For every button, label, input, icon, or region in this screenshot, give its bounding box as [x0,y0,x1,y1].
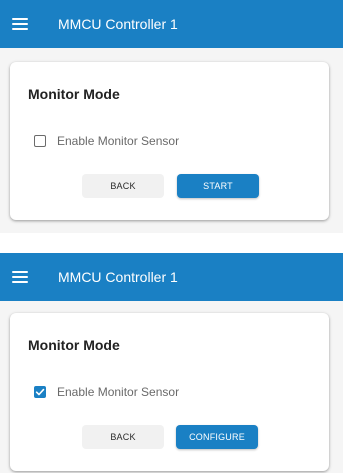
card-title: Monitor Mode [28,337,120,353]
back-button[interactable]: BACK [82,425,164,449]
checkmark-icon [35,388,45,396]
back-button[interactable]: BACK [82,174,164,198]
app-title: MMCU Controller 1 [58,16,178,32]
checkbox-label: Enable Monitor Sensor [57,385,180,399]
monitor-mode-card: Monitor Mode Enable Monitor Sensor BACK … [10,62,329,220]
checkbox-label: Enable Monitor Sensor [57,134,180,148]
screen-checked: MMCU Controller 1 Monitor Mode Enable Mo… [0,253,343,473]
screen-unchecked: MMCU Controller 1 Monitor Mode Enable Mo… [0,0,343,233]
configure-button[interactable]: CONFIGURE [176,425,258,449]
app-bar: MMCU Controller 1 [0,253,343,301]
app-title: MMCU Controller 1 [58,269,178,285]
card-title: Monitor Mode [28,86,120,102]
hamburger-menu-icon[interactable] [12,18,28,30]
app-bar: MMCU Controller 1 [0,0,343,48]
enable-monitor-sensor-option[interactable]: Enable Monitor Sensor [34,134,179,148]
enable-monitor-sensor-checkbox[interactable] [34,386,46,398]
enable-monitor-sensor-checkbox[interactable] [34,135,46,147]
monitor-mode-card: Monitor Mode Enable Monitor Sensor BACK … [10,313,329,471]
enable-monitor-sensor-option[interactable]: Enable Monitor Sensor [34,385,179,399]
hamburger-menu-icon[interactable] [12,271,28,283]
start-button[interactable]: START [177,174,259,198]
